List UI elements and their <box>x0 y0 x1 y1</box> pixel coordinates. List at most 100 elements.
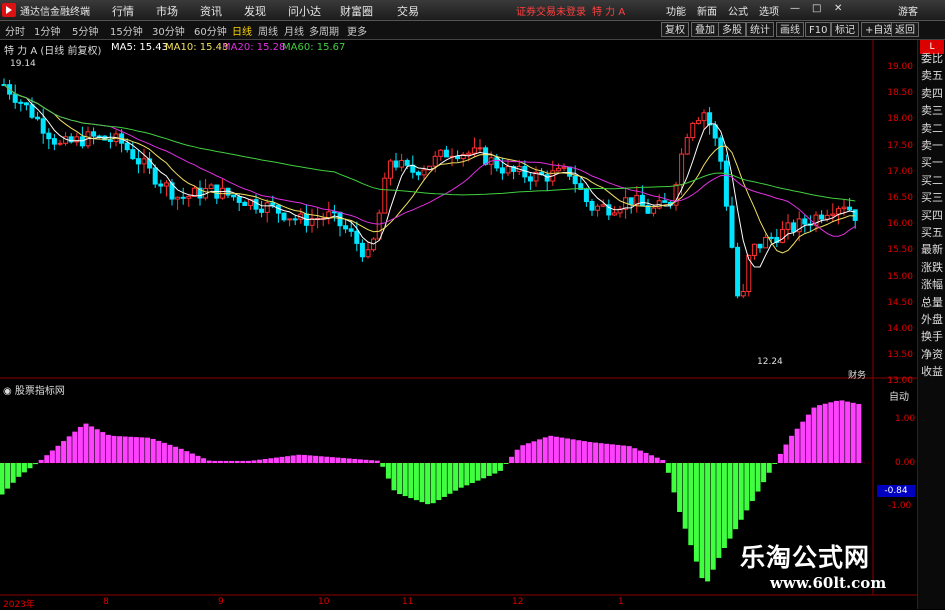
indicator-bar <box>301 454 307 463</box>
indicator-bar <box>363 459 369 463</box>
watermark-url: www.60lt.com <box>770 574 887 592</box>
indicator-bar <box>268 458 274 463</box>
price-axis-label: 14.00 <box>887 324 913 334</box>
candle-body <box>35 116 41 120</box>
indicator-panel-title: ◉ 股票指标网 <box>3 386 65 397</box>
indicator-bar <box>542 437 548 463</box>
sidebar-item: 卖四 <box>921 86 943 100</box>
indicator-bar <box>828 402 834 463</box>
indicator-bar <box>229 460 235 463</box>
indicator-bar <box>710 463 716 570</box>
watermark-text: 乐淘公式网 <box>740 543 871 572</box>
indicator-bar <box>839 400 845 463</box>
indicator-bar <box>705 463 711 582</box>
indicator-bar <box>559 437 565 463</box>
date-label: 2023年 <box>3 600 35 610</box>
indicator-bar <box>525 443 531 463</box>
indicator-bar <box>744 463 750 511</box>
candle-body <box>723 160 729 207</box>
indicator-bar <box>290 455 296 463</box>
candle-body <box>259 208 265 213</box>
indicator-bar <box>413 463 419 501</box>
indicator-bar <box>111 435 117 463</box>
indicator-bar <box>671 463 677 493</box>
indicator-bar <box>548 435 554 463</box>
indicator-bar <box>447 463 453 494</box>
price-axis-label: 16.50 <box>887 193 913 203</box>
kline-chart[interactable] <box>0 0 945 609</box>
indicator-bar <box>822 403 828 463</box>
candle-body <box>455 155 461 160</box>
indicator-bar <box>262 458 268 463</box>
indicator-bar <box>251 460 257 463</box>
indicator-bar <box>570 439 576 463</box>
sidebar-item: 买五 <box>921 226 943 239</box>
ma20-line <box>3 84 856 237</box>
watermark: 乐淘公式网 www.60lt.com <box>740 538 890 592</box>
candle-body <box>46 132 52 140</box>
indicator-bar <box>783 444 789 463</box>
indicator-bar <box>16 463 22 477</box>
candle-body <box>494 157 500 169</box>
sidebar-item: 换手 <box>921 330 943 344</box>
indicator-bar <box>150 438 156 463</box>
candle-body <box>57 142 63 145</box>
indicator-bar <box>33 463 39 465</box>
indicator-bar <box>44 455 50 463</box>
indicator-bar <box>453 463 459 491</box>
date-label: 8 <box>103 597 109 607</box>
high-price-label: 19.14 <box>10 59 36 69</box>
indicator-bar <box>593 442 599 463</box>
indicator-bar <box>201 458 207 463</box>
indicator-bar <box>178 448 184 463</box>
indicator-bar <box>699 463 705 579</box>
indicator-bar <box>55 445 61 463</box>
indicator-bar <box>688 463 694 546</box>
indicator-bar <box>273 457 279 463</box>
finance-marker[interactable]: 财务 <box>848 368 866 381</box>
indicator-bar <box>133 437 139 463</box>
sidebar-item: 买一 <box>921 156 943 170</box>
candle-body <box>477 147 483 150</box>
indicator-bar <box>609 444 615 463</box>
candle-body <box>595 205 601 211</box>
indicator-bar <box>223 460 229 463</box>
indicator-bar <box>761 463 767 483</box>
candle-body <box>40 118 46 134</box>
indicator-bar <box>581 441 587 463</box>
chart-legend-name: 特 力 A (日线 前复权) <box>4 46 102 57</box>
price-axis-label: 15.00 <box>887 271 913 282</box>
candle-body <box>387 160 393 179</box>
candle-body <box>281 212 287 221</box>
indicator-bar <box>122 436 128 463</box>
candle-body <box>135 158 141 165</box>
indicator-bar <box>285 456 291 463</box>
candle-body <box>359 242 365 258</box>
indicator-bar <box>805 414 811 463</box>
candle-body <box>567 166 573 177</box>
indicator-bar <box>167 444 173 463</box>
candle-body <box>757 243 763 249</box>
indicator-bar <box>77 426 83 463</box>
legend-ma60: MA60: 15.67 <box>282 42 346 53</box>
sidebar-item: 涨跌 <box>921 260 943 274</box>
indicator-bar <box>100 432 106 463</box>
candle-body <box>555 167 561 172</box>
indicator-bar <box>716 463 722 558</box>
indicator-bar <box>643 452 649 463</box>
candle-body <box>707 112 713 126</box>
indicator-bar <box>189 453 195 463</box>
candle-body <box>415 171 421 176</box>
indicator-bar <box>5 463 11 489</box>
indicator-bar <box>173 446 179 463</box>
indicator-bar <box>503 463 509 464</box>
candle-body <box>499 167 505 174</box>
auto-scale-label[interactable]: 自动 <box>889 388 909 403</box>
candle-body <box>701 112 707 122</box>
indicator-bar <box>845 401 851 463</box>
indicator-bar <box>733 463 739 530</box>
indicator-bar <box>318 456 324 463</box>
sidebar-item: 净资 <box>921 347 943 361</box>
candle-body <box>785 222 791 230</box>
candle-body <box>768 236 774 239</box>
